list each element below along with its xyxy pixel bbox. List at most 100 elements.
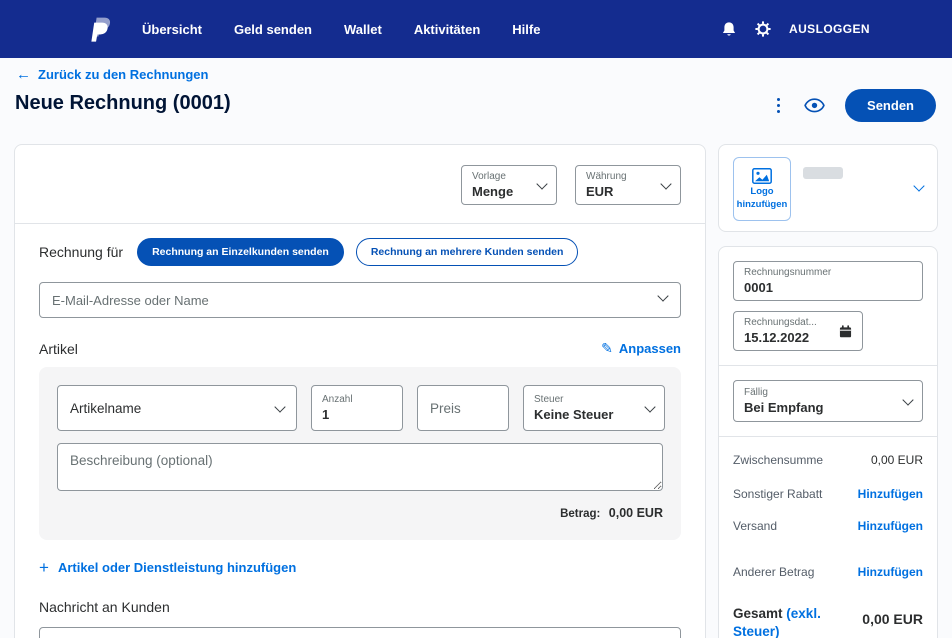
- invoice-date-field[interactable]: Rechnungsdat... 15.12.2022: [733, 311, 863, 351]
- business-name-redacted: [803, 167, 843, 179]
- paypal-logo-icon[interactable]: [90, 16, 112, 43]
- total-value: 0,00 EUR: [862, 611, 923, 627]
- shipping-label: Versand: [733, 519, 777, 533]
- customize-link-label: Anpassen: [619, 341, 681, 356]
- price-field[interactable]: [417, 385, 509, 431]
- customize-link[interactable]: ✎ Anpassen: [601, 340, 681, 357]
- recipient-row: Rechnung für Rechnung an Einzelkunden se…: [39, 238, 681, 266]
- discount-label: Sonstiger Rabatt: [733, 487, 822, 501]
- pencil-icon: ✎: [601, 340, 613, 357]
- calendar-icon[interactable]: [839, 325, 852, 338]
- back-link-label: Zurück zu den Rechnungen: [38, 67, 208, 82]
- divider: [719, 436, 937, 437]
- subtotal-row: Zwischensumme 0,00 EUR: [733, 453, 923, 467]
- currency-label: Währung: [586, 170, 650, 183]
- amount-line: Betrag: 0,00 EUR: [57, 504, 663, 522]
- quantity-label: Anzahl: [322, 393, 392, 406]
- price-input[interactable]: [418, 386, 508, 430]
- quantity-input[interactable]: [322, 407, 392, 423]
- tax-value: Keine Steuer: [534, 407, 613, 422]
- invoice-date-value: 15.12.2022: [744, 330, 809, 345]
- logout-button[interactable]: AUSLOGGEN: [789, 22, 870, 36]
- nav-item-aktivitaeten[interactable]: Aktivitäten: [414, 22, 480, 37]
- message-wrap: [39, 627, 681, 638]
- plus-icon: +: [39, 561, 49, 575]
- item-fields-row: Artikelname Anzahl Steuer Keine Steuer: [57, 385, 663, 431]
- description-textarea[interactable]: [57, 443, 663, 491]
- invoice-number-input[interactable]: [744, 280, 912, 296]
- gear-icon[interactable]: [755, 21, 771, 37]
- message-textarea[interactable]: [39, 627, 681, 638]
- invoice-number-field[interactable]: Rechnungsnummer: [733, 261, 923, 301]
- amount-value: 0,00 EUR: [609, 506, 663, 520]
- shipping-add-link[interactable]: Hinzufügen: [858, 519, 923, 533]
- add-logo-label-line2: hinzufügen: [737, 199, 788, 210]
- back-link[interactable]: ← Zurück zu den Rechnungen: [16, 66, 208, 83]
- item-panel: Artikelname Anzahl Steuer Keine Steuer: [39, 367, 681, 540]
- chevron-down-icon: [644, 401, 655, 412]
- add-item-link[interactable]: + Artikel oder Dienstleistung hinzufügen: [39, 560, 681, 575]
- item-name-select[interactable]: Artikelname: [57, 385, 297, 431]
- subtotal-label: Zwischensumme: [733, 453, 823, 467]
- currency-value: EUR: [586, 184, 613, 199]
- amount-label: Betrag:: [560, 508, 600, 520]
- single-customer-pill[interactable]: Rechnung an Einzelkunden senden: [137, 238, 344, 266]
- logo-card: Logo hinzufügen: [718, 144, 938, 232]
- quantity-field[interactable]: Anzahl: [311, 385, 403, 431]
- add-logo-label-line1: Logo: [750, 186, 773, 197]
- divider: [719, 365, 937, 366]
- recipient-email-wrap: [39, 282, 681, 318]
- nav-item-hilfe[interactable]: Hilfe: [512, 22, 540, 37]
- items-header-row: Artikel ✎ Anpassen: [39, 340, 681, 357]
- send-button[interactable]: Senden: [845, 89, 936, 122]
- chevron-down-icon: [274, 401, 285, 412]
- email-input[interactable]: [39, 282, 681, 318]
- other-amount-add-link[interactable]: Hinzufügen: [858, 565, 923, 579]
- chevron-down-icon: [660, 178, 671, 189]
- subtotal-value: 0,00 EUR: [871, 453, 923, 467]
- chevron-down-icon[interactable]: [913, 180, 924, 191]
- due-label: Fällig: [744, 386, 904, 399]
- total-row: Gesamt (exkl. Steuer) 0,00 EUR: [733, 605, 923, 638]
- add-logo-box[interactable]: Logo hinzufügen: [733, 157, 791, 221]
- multi-customer-pill[interactable]: Rechnung an mehrere Kunden senden: [356, 238, 579, 266]
- tax-label: Steuer: [534, 393, 646, 406]
- navbar-actions: AUSLOGGEN: [721, 21, 870, 38]
- template-value: Menge: [472, 184, 513, 199]
- other-amount-row: Anderer Betrag Hinzufügen: [733, 565, 923, 579]
- discount-row: Sonstiger Rabatt Hinzufügen: [733, 487, 923, 501]
- currency-dropdown[interactable]: Währung EUR: [575, 165, 681, 205]
- preview-eye-icon[interactable]: [804, 98, 825, 113]
- other-amount-label: Anderer Betrag: [733, 565, 814, 579]
- due-select[interactable]: Fällig Bei Empfang: [733, 380, 923, 422]
- image-icon: [752, 168, 772, 184]
- recipient-label: Rechnung für: [39, 244, 123, 260]
- tax-select[interactable]: Steuer Keine Steuer: [523, 385, 665, 431]
- invoice-sidebar: Logo hinzufügen Rechnungsnummer Rechnung…: [718, 144, 938, 638]
- bell-icon[interactable]: [721, 21, 737, 38]
- nav-item-geld-senden[interactable]: Geld senden: [234, 22, 312, 37]
- message-label: Nachricht an Kunden: [39, 599, 681, 615]
- invoice-number-label: Rechnungsnummer: [744, 266, 912, 279]
- back-arrow-icon: ←: [16, 66, 31, 83]
- template-label: Vorlage: [472, 170, 526, 183]
- due-value: Bei Empfang: [744, 400, 823, 415]
- item-name-value: Artikelname: [70, 401, 276, 416]
- nav-item-wallet[interactable]: Wallet: [344, 22, 382, 37]
- divider: [15, 223, 705, 224]
- chevron-down-icon: [536, 178, 547, 189]
- total-label: Gesamt (exkl. Steuer): [733, 605, 845, 638]
- shipping-row: Versand Hinzufügen: [733, 519, 923, 533]
- description-wrap: [57, 443, 663, 496]
- invoice-details-card: Rechnungsnummer Rechnungsdat... 15.12.20…: [718, 246, 938, 638]
- nav-item-uebersicht[interactable]: Übersicht: [142, 22, 202, 37]
- template-dropdown[interactable]: Vorlage Menge: [461, 165, 557, 205]
- more-options-icon[interactable]: [773, 94, 784, 116]
- invoice-form-card: Vorlage Menge Währung EUR Rechnung für R…: [14, 144, 706, 638]
- chevron-down-icon: [902, 394, 913, 405]
- page-title: Neue Rechnung (0001): [15, 92, 231, 115]
- header-actions: Senden: [773, 88, 936, 122]
- add-item-label: Artikel oder Dienstleistung hinzufügen: [58, 560, 296, 575]
- discount-add-link[interactable]: Hinzufügen: [858, 487, 923, 501]
- top-navbar: Übersicht Geld senden Wallet Aktivitäten…: [0, 0, 952, 58]
